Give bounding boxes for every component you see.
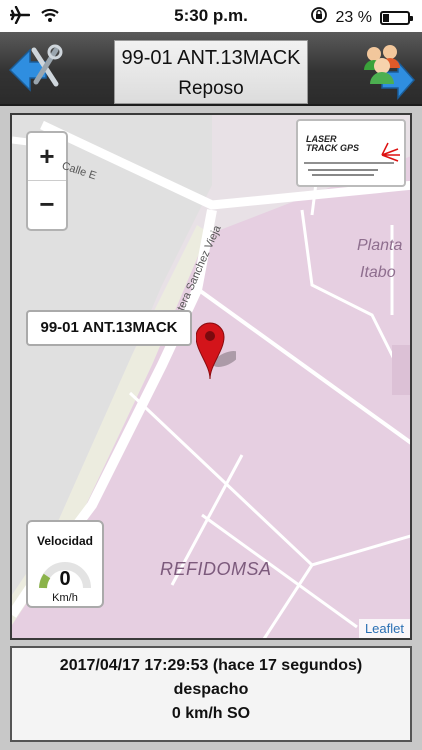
laser-burst-icon <box>304 142 400 176</box>
status-bar: 5:30 p.m. 23 % <box>0 0 422 32</box>
people-forward-button[interactable] <box>358 42 416 100</box>
vehicle-info-panel: 2017/04/17 17:29:53 (hace 17 segundos) d… <box>10 646 412 742</box>
map-marker-icon[interactable] <box>195 315 239 384</box>
rotation-lock-icon <box>310 6 328 29</box>
zoom-in-button[interactable]: + <box>28 133 66 181</box>
location-name: despacho <box>173 681 249 698</box>
laser-track-logo: LASER TRACK GPS <box>296 119 406 187</box>
vehicle-state: Reposo <box>178 78 244 99</box>
header-bar: 99-01 ANT.13MACK Reposo <box>0 32 422 106</box>
leaflet-attribution-link[interactable]: Leaflet <box>358 619 410 638</box>
place-refidomsa: REFIDOMSA <box>160 559 272 579</box>
battery-text: 23 % <box>335 8 372 26</box>
speed-unit: Km/h <box>52 592 78 604</box>
zoom-control: + − <box>26 131 68 231</box>
vehicle-title-box[interactable]: 99-01 ANT.13MACK Reposo <box>114 40 308 104</box>
battery-icon <box>380 10 413 25</box>
speed-title: Velocidad <box>36 534 94 548</box>
speedometer-widget: Velocidad 0 Km/h <box>26 520 104 608</box>
zoom-out-button[interactable]: − <box>28 181 66 229</box>
vehicle-name: 99-01 ANT.13MACK <box>121 47 301 69</box>
place-itabo: Itabo <box>360 264 396 281</box>
people-forward-arrow-icon <box>364 45 416 100</box>
map-view[interactable]: + − LASER TRACK GPS Calle E Carretera Sa… <box>10 113 412 640</box>
tools-back-arrow-icon <box>8 44 63 92</box>
speed-value: 0 <box>59 568 71 590</box>
speed-direction: 0 km/h SO <box>171 705 251 722</box>
marker-label: 99-01 ANT.13MACK <box>26 310 192 346</box>
last-update-timestamp: 2017/04/17 17:29:53 (hace 17 segundos) <box>59 657 363 674</box>
tools-back-button[interactable] <box>8 44 66 96</box>
place-planta: Planta <box>357 237 403 254</box>
